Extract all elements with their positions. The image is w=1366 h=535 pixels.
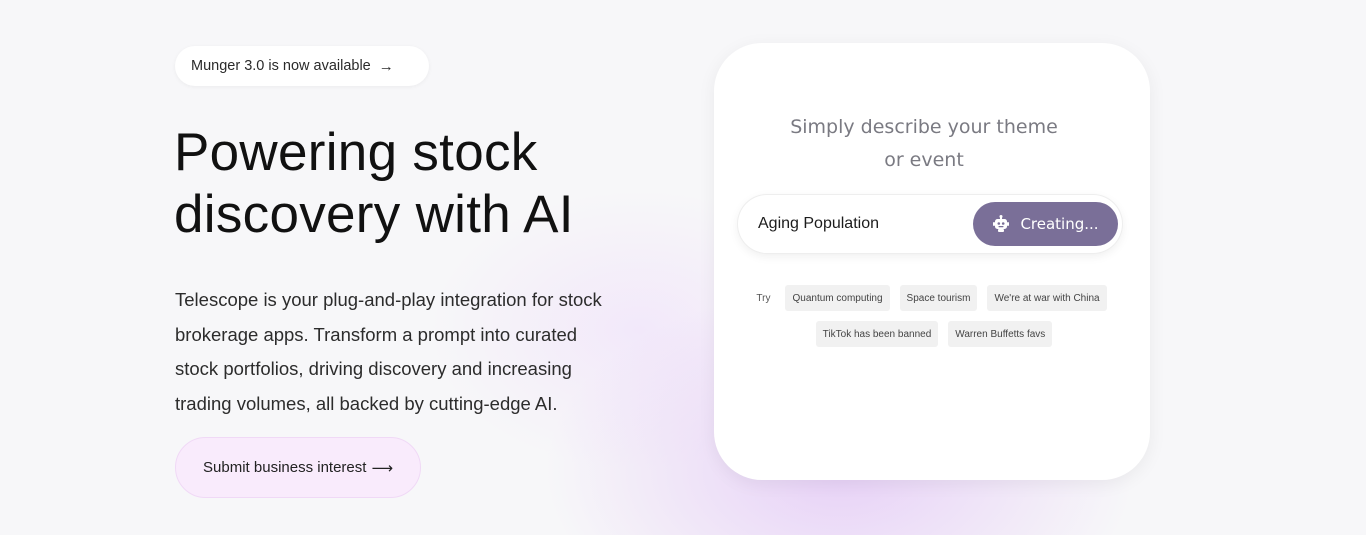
hero-description: Telescope is your plug-and-play integrat…: [175, 283, 685, 421]
theme-input[interactable]: [758, 215, 958, 233]
hero-title-line: Powering stock: [174, 123, 538, 182]
suggestion-chip[interactable]: We're at war with China: [987, 285, 1107, 311]
try-label: Try: [756, 292, 771, 304]
creating-button[interactable]: Creating...: [973, 202, 1118, 246]
suggestion-row: Try Quantum computing Space tourism We'r…: [754, 285, 1114, 311]
hero-title-line: discovery with AI: [174, 185, 574, 244]
submit-business-interest-button[interactable]: Submit business interest ⟶: [175, 437, 421, 498]
hero-description-line: brokerage apps. Transform a prompt into …: [175, 323, 578, 345]
suggestion-chip[interactable]: Space tourism: [899, 285, 978, 311]
suggestion-chip[interactable]: TikTok has been banned: [815, 321, 939, 347]
hero-description-line: Telescope is your plug-and-play integrat…: [175, 289, 602, 310]
theme-input-container: Creating...: [738, 195, 1122, 253]
page: Munger 3.0 is now available → Powering s…: [0, 0, 1366, 535]
announcement-pill[interactable]: Munger 3.0 is now available →: [175, 46, 429, 86]
card-title-line: Simply describe your theme: [790, 116, 1058, 138]
hero-description-line: stock portfolios, driving discovery and …: [175, 358, 572, 379]
card-title: Simply describe your theme or event: [714, 111, 1134, 177]
robot-icon: [993, 215, 1010, 232]
hero-description-line: trading volumes, all backed by cutting-e…: [175, 392, 558, 414]
suggestion-chip[interactable]: Warren Buffetts favs: [948, 321, 1053, 347]
suggestion-chip[interactable]: Quantum computing: [785, 285, 890, 311]
cta-label: Submit business interest: [203, 459, 367, 476]
long-arrow-right-icon: ⟶: [371, 459, 393, 477]
creating-button-label: Creating...: [1020, 215, 1099, 233]
announcement-label: Munger 3.0 is now available: [191, 58, 371, 74]
hero-title: Powering stock discovery with AI: [174, 122, 694, 246]
arrow-right-icon: →: [378, 57, 394, 75]
suggestion-row: TikTok has been banned Warren Buffetts f…: [754, 321, 1114, 347]
card-title-line: or event: [884, 149, 964, 171]
theme-prompt-card: Simply describe your theme or event Crea…: [714, 43, 1150, 480]
